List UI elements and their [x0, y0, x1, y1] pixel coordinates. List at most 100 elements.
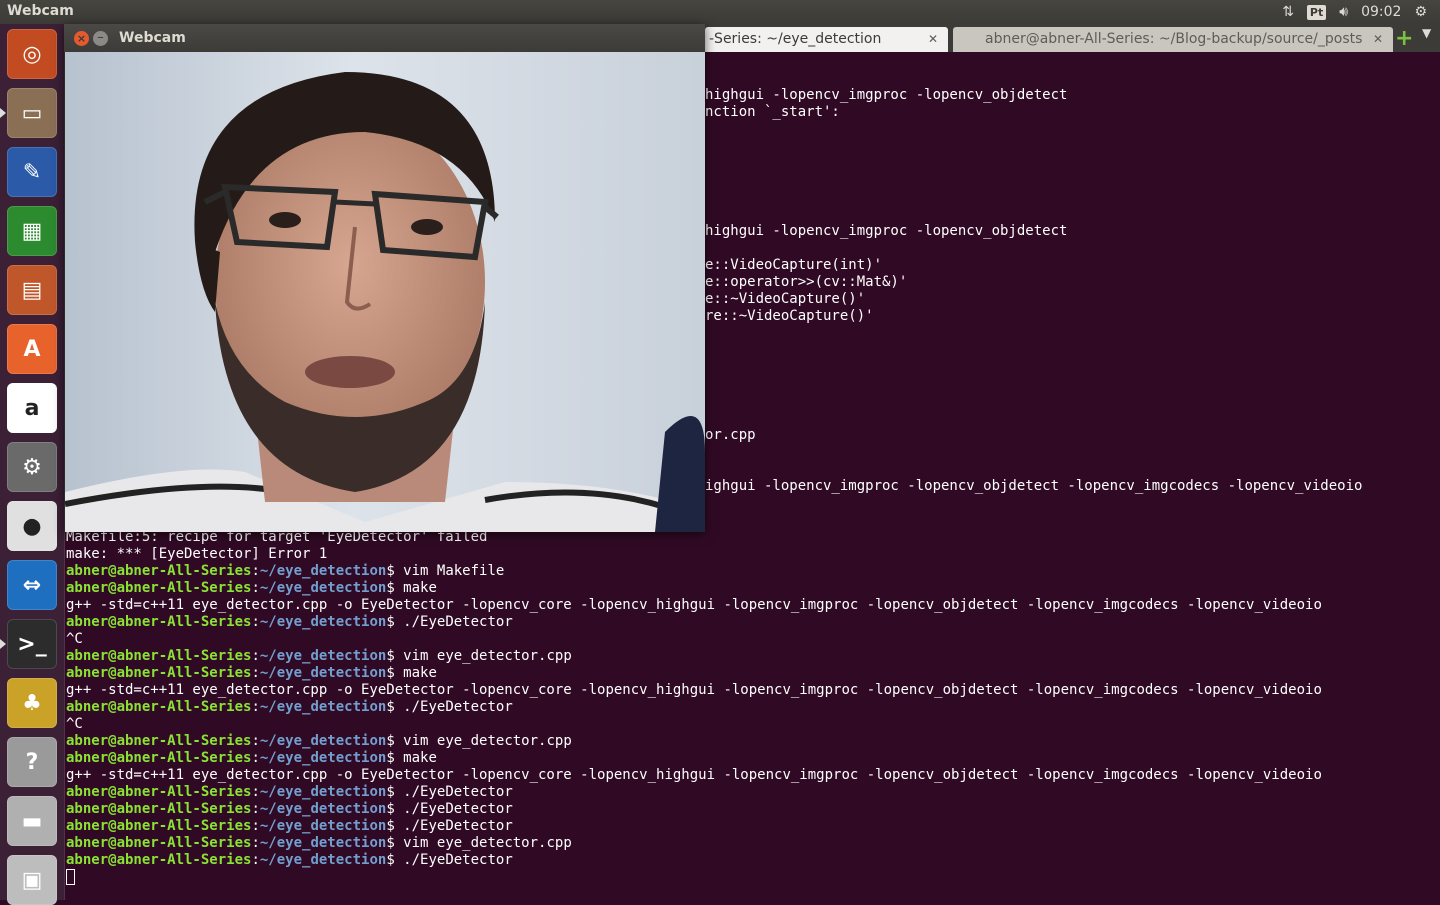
prompt-colon: :: [251, 614, 260, 630]
tab-close-icon[interactable]: ✕: [928, 27, 938, 51]
terminal-partial-line: highgui -lopencv_imgproc -lopencv_objdet…: [705, 87, 1068, 103]
command-text: $ make: [386, 580, 437, 596]
chrome-glyph: ●: [22, 513, 42, 539]
prompt-path: ~/eye_detection: [259, 614, 387, 630]
command-text: $ ./EyeDetector: [386, 818, 513, 834]
prompt-path: ~/eye_detection: [259, 852, 387, 868]
tab-eye-detection[interactable]: -Series: ~/eye_detection ✕: [705, 27, 948, 52]
prompt-path: ~/eye_detection: [259, 699, 387, 715]
command-text: $ make: [386, 750, 437, 766]
prompt-colon: :: [251, 733, 260, 749]
launcher-teamviewer-icon[interactable]: ⇔: [7, 560, 57, 610]
tab-menu-chevron-down-icon[interactable]: ▼: [1422, 26, 1431, 40]
terminal-command-line: abner@abner-All-Series:~/eye_detection$ …: [66, 801, 513, 818]
gear-icon[interactable]: ⚙: [1414, 4, 1427, 20]
libreoffice-writer-glyph: ✎: [22, 159, 42, 185]
trash-printer-glyph: ▣: [21, 867, 43, 893]
close-icon[interactable]: ×: [74, 31, 89, 46]
prompt-user: abner@abner-All-Series: [66, 665, 252, 681]
terminal-output-line: g++ -std=c++11 eye_detector.cpp -o EyeDe…: [66, 767, 1322, 783]
webcam-window[interactable]: × – Webcam: [64, 24, 705, 532]
terminal-command-line: abner@abner-All-Series:~/eye_detection$ …: [66, 614, 513, 631]
launcher-files-icon[interactable]: ▭: [7, 88, 57, 138]
prompt-user: abner@abner-All-Series: [66, 784, 252, 800]
terminal-command-line: abner@abner-All-Series:~/eye_detection$ …: [66, 665, 437, 682]
terminal-cursor: [66, 869, 75, 885]
system-settings-glyph: ⚙: [22, 454, 42, 480]
terminal-output-line: g++ -std=c++11 eye_detector.cpp -o EyeDe…: [66, 597, 1322, 613]
keyboard-layout-indicator[interactable]: Pt: [1306, 4, 1327, 20]
terminal-partial-line: nction `_start':: [705, 104, 840, 120]
prompt-colon: :: [251, 750, 260, 766]
command-text: $ vim eye_detector.cpp: [386, 733, 572, 749]
terminal-partial-line: ighgui -lopencv_imgproc -lopencv_objdete…: [705, 478, 1363, 494]
command-text: $ vim Makefile: [386, 563, 505, 579]
command-text: $ ./EyeDetector: [386, 801, 513, 817]
launcher-ubuntu-software-icon[interactable]: A: [7, 324, 57, 374]
terminal-partial-line: e::operator>>(cv::Mat&)': [705, 274, 908, 290]
prompt-user: abner@abner-All-Series: [66, 563, 252, 579]
launcher-chrome-icon[interactable]: ●: [7, 501, 57, 551]
terminal-partial-line: e::~VideoCapture()': [705, 291, 866, 307]
prompt-path: ~/eye_detection: [259, 648, 387, 664]
terminal-output-line: g++ -std=c++11 eye_detector.cpp -o EyeDe…: [66, 682, 1322, 698]
clock[interactable]: 09:02: [1361, 4, 1401, 20]
command-text: $ ./EyeDetector: [386, 614, 513, 630]
prompt-colon: :: [251, 818, 260, 834]
launcher-gnome-sudoku-teapot-icon[interactable]: ♣: [7, 678, 57, 728]
command-text: $ vim eye_detector.cpp: [386, 835, 572, 851]
tab-blog-backup[interactable]: abner@abner-All-Series: ~/Blog-backup/so…: [953, 27, 1393, 52]
terminal-partial-line: e::VideoCapture(int)': [705, 257, 883, 273]
launcher-system-settings-icon[interactable]: ⚙: [7, 442, 57, 492]
launcher-libreoffice-writer-icon[interactable]: ✎: [7, 147, 57, 197]
libreoffice-impress-glyph: ▤: [21, 277, 43, 303]
files-glyph: ▭: [21, 100, 43, 126]
tab-label: -Series: ~/eye_detection: [709, 31, 882, 47]
prompt-user: abner@abner-All-Series: [66, 801, 252, 817]
terminal-command-line: abner@abner-All-Series:~/eye_detection$ …: [66, 818, 513, 835]
terminal-output-line: ^C: [66, 631, 83, 647]
launcher-ubuntu-dash-icon[interactable]: ◎: [7, 29, 57, 79]
launcher-amazon-icon[interactable]: a: [7, 383, 57, 433]
gnome-sudoku-teapot-glyph: ♣: [22, 690, 42, 716]
volume-icon[interactable]: 🔊︎: [1339, 4, 1348, 20]
prompt-user: abner@abner-All-Series: [66, 580, 252, 596]
launcher-terminal-icon[interactable]: >_: [7, 619, 57, 669]
tab-close-icon[interactable]: ✕: [1373, 27, 1383, 51]
terminal-command-line: abner@abner-All-Series:~/eye_detection$ …: [66, 835, 572, 852]
prompt-path: ~/eye_detection: [259, 563, 387, 579]
network-arrows-icon[interactable]: ⇅: [1282, 4, 1294, 20]
prompt-user: abner@abner-All-Series: [66, 750, 252, 766]
terminal-output-line: make: *** [EyeDetector] Error 1: [66, 546, 328, 562]
launcher-help-icon[interactable]: ?: [7, 737, 57, 787]
terminal-command-line: abner@abner-All-Series:~/eye_detection$ …: [66, 648, 572, 665]
ubuntu-dash-glyph: ◎: [22, 41, 42, 67]
prompt-colon: :: [251, 835, 260, 851]
command-text: $ ./EyeDetector: [386, 784, 513, 800]
launcher-disk-icon[interactable]: ▬: [7, 796, 57, 846]
launcher-libreoffice-calc-icon[interactable]: ▦: [7, 206, 57, 256]
terminal-command-line: abner@abner-All-Series:~/eye_detection$ …: [66, 784, 513, 801]
webcam-titlebar[interactable]: × – Webcam: [64, 24, 705, 52]
launcher-trash-printer-icon[interactable]: ▣: [7, 855, 57, 905]
prompt-user: abner@abner-All-Series: [66, 699, 252, 715]
prompt-path: ~/eye_detection: [259, 750, 387, 766]
prompt-colon: :: [251, 563, 260, 579]
webcam-person-image: [65, 52, 705, 532]
disk-glyph: ▬: [21, 808, 43, 834]
active-app-title: Webcam: [7, 3, 74, 19]
prompt-path: ~/eye_detection: [259, 784, 387, 800]
command-text: $ make: [386, 665, 437, 681]
launcher-libreoffice-impress-icon[interactable]: ▤: [7, 265, 57, 315]
new-tab-plus-icon[interactable]: +: [1395, 26, 1413, 51]
terminal-glyph: >_: [17, 631, 47, 657]
prompt-user: abner@abner-All-Series: [66, 733, 252, 749]
system-tray: ⇅ Pt 🔊︎ 09:02 ⚙: [1282, 0, 1440, 24]
teamviewer-glyph: ⇔: [22, 572, 42, 598]
prompt-colon: :: [251, 784, 260, 800]
terminal-tab-bar: -Series: ~/eye_detection ✕ abner@abner-A…: [705, 24, 1440, 52]
terminal-partial-line: highgui -lopencv_imgproc -lopencv_objdet…: [705, 223, 1068, 239]
terminal-output-line: ^C: [66, 716, 83, 732]
minimize-icon[interactable]: –: [93, 31, 108, 46]
prompt-path: ~/eye_detection: [259, 801, 387, 817]
